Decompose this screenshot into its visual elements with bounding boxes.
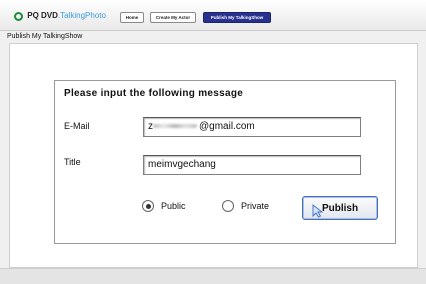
radio-public[interactable] xyxy=(142,200,154,212)
form-heading: Please input the following message xyxy=(64,88,244,99)
create-my-actor-button[interactable]: Create My Actor xyxy=(150,12,196,23)
radio-private-label: Private xyxy=(241,201,270,211)
bottom-strip xyxy=(0,268,426,284)
radio-public-label: Public xyxy=(161,201,186,211)
email-value-suffix: @gmail.com xyxy=(199,121,255,132)
title-label: Title xyxy=(64,157,81,167)
email-redacted-part xyxy=(153,124,197,129)
app-brand: PQ DVD.TalkingPhoto xyxy=(14,11,106,21)
radio-selected-dot xyxy=(145,203,151,209)
top-nav-bar: PQ DVD.TalkingPhoto Home Create My Actor… xyxy=(0,0,426,31)
radio-public-option[interactable]: Public xyxy=(142,200,186,212)
brand-main: PQ DVD xyxy=(27,11,58,20)
home-button[interactable]: Home xyxy=(120,12,144,23)
page-title: Publish My TalkingShow xyxy=(7,33,83,40)
title-field[interactable]: meimvgechang xyxy=(143,155,361,175)
q-logo-icon xyxy=(14,12,23,21)
email-label: E-Mail xyxy=(64,121,90,131)
radio-private-option[interactable]: Private xyxy=(222,200,269,212)
mouse-pointer-icon xyxy=(312,204,324,218)
email-field[interactable]: z @gmail.com xyxy=(143,117,361,137)
publish-my-talkingshow-button[interactable]: Publish My TalkingShow xyxy=(203,12,271,23)
brand-accent: .TalkingPhoto xyxy=(57,11,106,20)
radio-private[interactable] xyxy=(222,200,234,212)
